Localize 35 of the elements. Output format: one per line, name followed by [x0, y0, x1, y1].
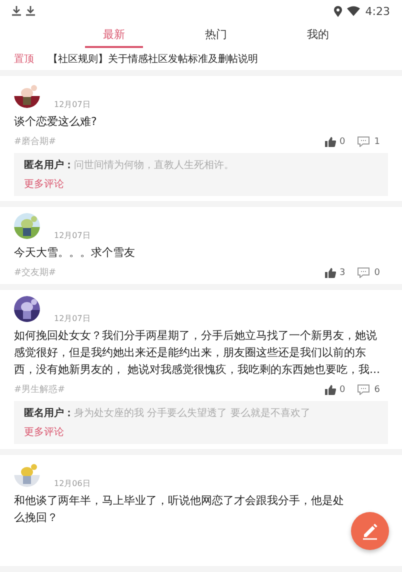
tab[interactable]: 我的 [289, 22, 347, 48]
like-count: 0 [340, 136, 346, 146]
comment-icon[interactable] [357, 384, 370, 395]
location-icon [334, 6, 342, 16]
like-count: 3 [340, 268, 346, 278]
more-comments-link[interactable]: 更多评论 [24, 425, 64, 439]
download-icon [26, 6, 35, 16]
thumbs-up-icon[interactable] [324, 268, 336, 278]
post-text[interactable]: 今天大雪。。。求个雪友 [14, 244, 388, 261]
like-count: 0 [340, 384, 346, 394]
comment-count: 0 [374, 268, 380, 278]
post-date: 12月07日 [54, 313, 90, 324]
pinned-label: 置顶 [14, 52, 34, 66]
comment-text: 匿名用户：问世间情为何物，直教人生死相许。 [24, 158, 234, 172]
post-text[interactable]: 么挽回？ [14, 509, 62, 526]
comment-text: 匿名用户：身为处女座的我 分手要么失望透了 要么就是不喜欢了 [24, 406, 310, 420]
comment-icon[interactable] [357, 267, 370, 278]
tab[interactable]: 热门 [187, 22, 245, 48]
comment-icon[interactable] [357, 136, 370, 147]
download-icon [12, 6, 21, 16]
pinned-post-link[interactable]: 【社区规则】关于情感社区发帖标准及删帖说明 [48, 52, 258, 66]
clock-time: 4:23 [365, 4, 390, 18]
post-date: 12月07日 [54, 99, 90, 110]
comment-count: 1 [374, 136, 380, 146]
post-date: 12月06日 [54, 478, 90, 489]
wifi-icon [347, 6, 360, 16]
pencil-icon [361, 522, 379, 540]
post-text[interactable]: 和他谈了两年半，马上毕业了，听说他网恋了才会跟我分手，他是处 [14, 492, 348, 509]
thumbs-up-icon[interactable] [324, 384, 336, 394]
post-text[interactable]: 谈个恋爱这么难? [14, 113, 388, 130]
thumbs-up-icon[interactable] [324, 136, 336, 146]
post-date: 12月07日 [54, 230, 90, 241]
more-comments-link[interactable]: 更多评论 [24, 177, 64, 191]
post-text[interactable]: 如何挽回处女女？我们分手两星期了，分手后她立马找了一个新男友，她说感觉很好，但是我约她出来还是能约出来，朋友圈这些还是我们以前的东西，没有她新男友的， 她说对我感觉很愧疚，我吃剩的东西她也要吃，我... [14, 327, 388, 378]
comment-count: 6 [374, 384, 380, 394]
